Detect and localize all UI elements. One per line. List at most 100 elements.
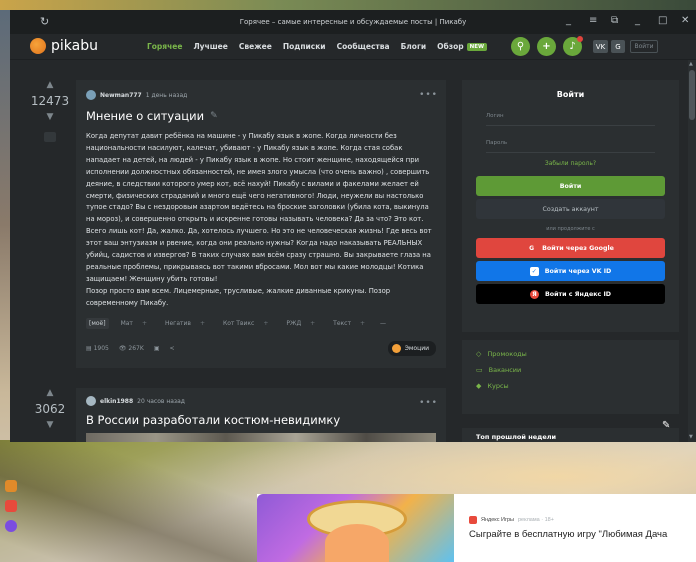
vk-login-icon[interactable]: VK <box>593 40 608 53</box>
tag[interactable]: Мат + <box>115 318 153 329</box>
add-post-icon[interactable]: + <box>537 37 556 56</box>
hide-post-button[interactable] <box>44 132 56 142</box>
emotions-button[interactable]: Эмоции <box>387 340 436 356</box>
taskbar <box>0 440 22 562</box>
menu-icon[interactable]: ≡ <box>589 15 597 26</box>
post-time: 1 день назад <box>145 91 188 99</box>
search-icon[interactable]: ⚲ <box>511 37 530 56</box>
post-rating: 12473 <box>30 94 70 108</box>
upvote-icon[interactable]: ▲ <box>30 80 70 90</box>
yandex-login-button[interactable]: Я Войти с Яндекс ID <box>476 284 665 304</box>
comments-count[interactable]: ▤ 1905 <box>86 345 109 352</box>
tag[interactable]: [моё] <box>86 317 109 329</box>
browser-window: ↻ Горячее – самые интересные и обсуждаем… <box>10 10 696 442</box>
minimize-window-icon[interactable]: _ <box>635 15 640 26</box>
post-title[interactable]: Мнение о ситуации ✎ <box>86 109 436 123</box>
google-icon: G <box>529 244 535 252</box>
google-login-icon[interactable]: G <box>611 40 625 53</box>
scroll-thumb[interactable] <box>689 70 695 120</box>
login-title: Войти <box>556 90 585 99</box>
floating-edit-icon[interactable]: ✎ <box>662 420 670 431</box>
desktop-wallpaper-rail <box>0 440 260 562</box>
upvote-icon[interactable]: ▲ <box>30 388 70 398</box>
vk-icon: ✓ <box>529 266 539 276</box>
tag[interactable]: РЖД + <box>280 318 321 329</box>
minimize-icon[interactable]: _ <box>566 15 571 26</box>
main-nav: Горячее Лучшее Свежее Подписки Сообществ… <box>147 42 488 51</box>
author-avatar[interactable] <box>86 90 96 100</box>
nav-overview[interactable]: Обзор NEW <box>437 42 488 51</box>
post-time: 20 часов назад <box>137 397 185 405</box>
close-icon[interactable]: ✕ <box>681 15 689 26</box>
comment-icon: ▤ <box>86 344 92 352</box>
pencil-icon: ✎ <box>210 111 218 121</box>
browser-titlebar: ↻ Горячее – самые интересные и обсуждаем… <box>10 10 696 34</box>
more-options-icon[interactable]: ••• <box>419 90 438 100</box>
ad-title[interactable]: Сыграйте в бесплатную игру "Любимая Дача <box>469 529 667 540</box>
password-input[interactable]: Пароль <box>486 136 655 153</box>
tag[interactable]: Негатив + <box>159 318 211 329</box>
taskbar-app-icon[interactable] <box>5 480 17 492</box>
nav-best[interactable]: Лучшее <box>193 42 227 51</box>
post-title[interactable]: В России разработали костюм-невидимку <box>86 413 436 427</box>
nav-blogs[interactable]: Блоги <box>401 42 427 51</box>
advertisement[interactable]: Яндекс Игры реклама · 18+ Сыграйте в бес… <box>257 494 696 562</box>
more-options-icon[interactable]: ••• <box>419 398 438 408</box>
nav-fresh[interactable]: Свежее <box>239 42 272 51</box>
logo-text: pikabu <box>51 38 98 54</box>
author-avatar[interactable] <box>86 396 96 406</box>
top-week-heading: Топ прошлой недели <box>462 428 679 442</box>
scroll-down-icon[interactable]: ▼ <box>689 434 693 440</box>
yandex-icon: Я <box>529 289 539 299</box>
desktop-wallpaper-top <box>0 0 696 10</box>
maximize-icon[interactable]: □ <box>658 15 667 26</box>
taskbar-app-icon[interactable] <box>5 520 17 532</box>
ad-image[interactable] <box>257 494 454 562</box>
post-card: elkin1988 20 часов назад ••• В России ра… <box>76 388 446 442</box>
login-button[interactable]: Войти <box>476 176 665 196</box>
or-continue-label: или продолжите с <box>546 226 595 232</box>
views-count: 👁 267K <box>118 344 144 352</box>
nav-subscriptions[interactable]: Подписки <box>283 42 326 51</box>
scroll-up-icon[interactable]: ▲ <box>689 61 693 67</box>
tag[interactable]: Текст + <box>327 318 371 329</box>
create-account-button[interactable]: Создать аккаунт <box>476 199 665 219</box>
post-author[interactable]: Newman777 <box>100 92 142 99</box>
ad-character-shape <box>325 524 389 562</box>
vk-login-button[interactable]: ✓ Войти через VK ID <box>476 261 665 281</box>
login-panel: Войти Логин Пароль Забыли пароль? Войти … <box>462 80 679 332</box>
emoji-icon <box>391 343 401 353</box>
courses-link[interactable]: ◆ Курсы <box>476 382 665 390</box>
promo-codes-link[interactable]: ◇ Промокоды <box>476 350 665 358</box>
post-author[interactable]: elkin1988 <box>100 398 133 405</box>
yandex-games-icon <box>469 516 477 524</box>
tag[interactable]: Кот Твикс + <box>217 318 274 329</box>
vote-panel: ▲ 3062 ▼ <box>30 388 70 430</box>
notification-dot <box>577 36 583 42</box>
taskbar-app-icon[interactable] <box>5 500 17 512</box>
notifications-icon[interactable]: ♪ <box>563 36 583 56</box>
save-icon[interactable]: ▣ <box>154 345 160 352</box>
share-icon[interactable]: < <box>169 345 174 352</box>
tag[interactable]: — <box>377 318 389 329</box>
nav-communities[interactable]: Сообщества <box>337 42 390 51</box>
pikabu-logo[interactable]: pikabu <box>30 38 98 54</box>
post-card: Newman777 1 день назад ••• Мнение о ситу… <box>76 80 446 368</box>
google-login-button[interactable]: G Войти через Google <box>476 238 665 258</box>
nav-hot[interactable]: Горячее <box>147 42 182 51</box>
post-image[interactable] <box>86 433 436 442</box>
header-login-button[interactable]: Войти <box>630 40 658 53</box>
post-footer: ▤ 1905 👁 267K ▣ < Эмоции <box>86 340 436 356</box>
post-header: elkin1988 20 часов назад <box>86 396 436 406</box>
new-badge: NEW <box>466 43 488 51</box>
pikabu-logo-icon <box>30 38 46 54</box>
page-scrollbar[interactable]: ▲ ▼ <box>688 60 696 442</box>
login-input[interactable]: Логин <box>486 109 655 126</box>
forgot-password-link[interactable]: Забыли пароль? <box>462 160 679 167</box>
post-tags: [моё] Мат + Негатив + Кот Твикс + РЖД + Текс… <box>86 317 436 329</box>
downvote-icon[interactable]: ▼ <box>30 420 70 430</box>
restore-icon[interactable]: ⧉ <box>611 15 618 26</box>
jobs-link[interactable]: ▭ Вакансии <box>476 366 665 374</box>
downvote-icon[interactable]: ▼ <box>30 112 70 122</box>
side-links-panel: ◇ Промокоды ▭ Вакансии ◆ Курсы <box>462 340 679 414</box>
